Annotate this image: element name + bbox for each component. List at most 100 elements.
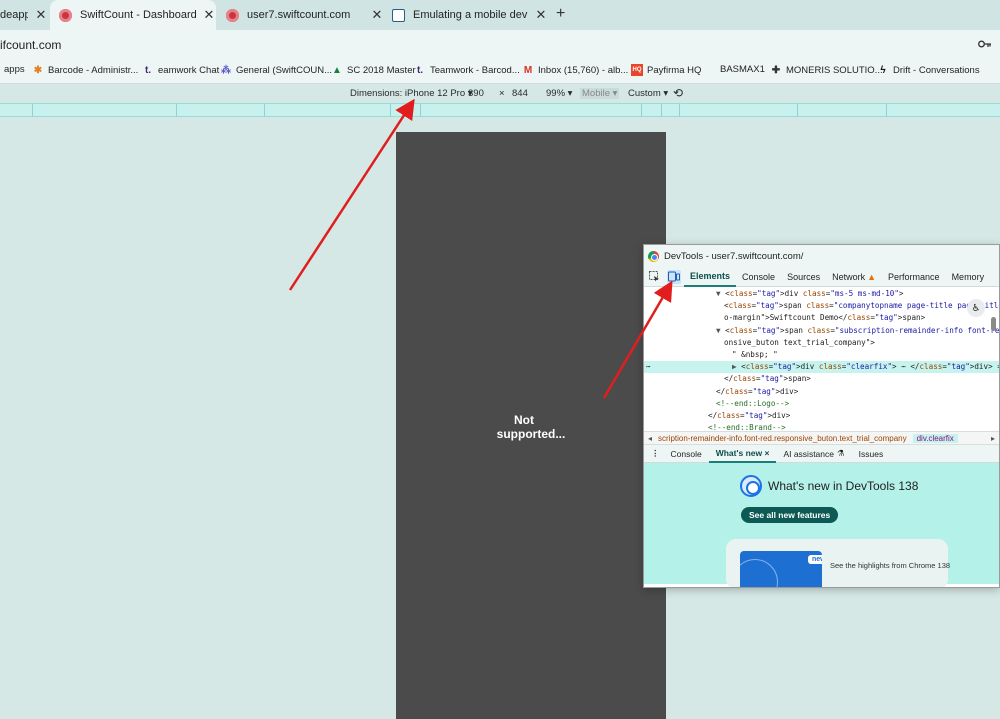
swiftcount-favicon-icon bbox=[59, 8, 72, 22]
dom-node-text: <!--end::Brand--> bbox=[708, 423, 786, 431]
drawer-tab-issues[interactable]: Issues bbox=[852, 445, 891, 463]
bookmark-general-swiftcount[interactable]: ⁂ General (SwiftCOUN... bbox=[220, 64, 332, 76]
bookmark-moneris[interactable]: ✚ MONERIS SOLUTIO... bbox=[770, 64, 883, 76]
dom-node-line[interactable]: <!--end::Logo--> bbox=[644, 398, 999, 410]
times-separator: × bbox=[499, 88, 505, 99]
dom-node-line[interactable]: ▼ <class="tag">span class="subscription-… bbox=[644, 325, 999, 337]
bookmarks-bar: apps ✱ Barcode - Administr... t. eamwork… bbox=[0, 60, 1000, 84]
dom-node-text: <!--end::Logo--> bbox=[716, 398, 790, 408]
tab-console[interactable]: Console bbox=[736, 267, 781, 287]
bookmark-apps[interactable]: apps bbox=[4, 64, 25, 75]
bookmark-drift[interactable]: ϟ Drift - Conversations bbox=[877, 64, 979, 76]
key-icon[interactable] bbox=[978, 39, 992, 49]
tab-performance[interactable]: Performance bbox=[882, 267, 946, 287]
dom-node-line[interactable]: onsive_buton text_trial_company"> bbox=[644, 337, 999, 349]
tab-title: SwiftCount - Dashboard bbox=[80, 9, 196, 21]
dom-node-line[interactable]: " &nbsp; " bbox=[644, 349, 999, 361]
dom-node-text: onsive_buton text_trial_company"> bbox=[724, 337, 875, 347]
bookmark-label: Barcode - Administr... bbox=[48, 64, 139, 76]
not-supported-message: Not supported... bbox=[396, 413, 666, 441]
accessibility-icon[interactable]: ♿ bbox=[967, 299, 985, 317]
throttle-dropdown[interactable]: Custom ▾ bbox=[628, 88, 668, 99]
highlight-thumbnail: new bbox=[740, 551, 822, 587]
bookmark-label: General (SwiftCOUN... bbox=[236, 64, 333, 76]
expand-toggle-icon[interactable]: ▼ bbox=[716, 289, 725, 298]
dom-node-line[interactable]: </class="tag">div> bbox=[644, 386, 999, 398]
tab-network-label: Network bbox=[832, 271, 866, 282]
google-drive-icon: ▲ bbox=[332, 64, 342, 76]
dom-node-line[interactable]: ▼ <class="tag">div class="ms-5 ms-md-10"… bbox=[644, 288, 999, 300]
gmail-icon: M bbox=[523, 64, 533, 76]
close-icon[interactable]: ✕ bbox=[202, 7, 216, 23]
barcode-icon: ✱ bbox=[33, 64, 43, 76]
dom-node-line[interactable]: </class="tag">div> bbox=[644, 410, 999, 422]
elements-tree[interactable]: <!--end::Brand--> </class="tag">div> <!--e… bbox=[644, 287, 999, 431]
tab-emulating-mobile[interactable]: Emulating a mobile device from ✕ bbox=[386, 0, 548, 30]
dom-node-text: <class="tag">div class="ms-5 ms-md-10"> bbox=[725, 289, 904, 298]
breadcrumb-item-selected[interactable]: div.clearfix bbox=[912, 433, 958, 443]
whats-new-panel: What's new in DevTools 138 See all new f… bbox=[644, 463, 999, 587]
dom-node-text: </class="tag">div> bbox=[708, 411, 791, 420]
highlight-card[interactable]: new See the highlights from Chrome 138 bbox=[726, 539, 950, 587]
new-tab-button[interactable]: + bbox=[556, 5, 565, 23]
media-query-ruler[interactable] bbox=[0, 103, 1000, 117]
close-icon[interactable]: ✕ bbox=[34, 7, 48, 23]
breadcrumb-item[interactable]: scription-remainder-info.font-red.respon… bbox=[652, 434, 907, 443]
inspect-element-icon[interactable] bbox=[647, 270, 661, 284]
tab-network[interactable]: Network ▲ bbox=[826, 267, 882, 287]
bookmark-teamwork-barcode[interactable]: t. Teamwork - Barcod... bbox=[414, 64, 520, 76]
flask-icon: ⚗ bbox=[837, 448, 845, 458]
dom-node-line[interactable]: <!--end::Brand--> bbox=[644, 422, 999, 431]
see-all-new-features-button[interactable]: See all new features bbox=[741, 507, 839, 523]
bookmark-teamwork-chat[interactable]: t. eamwork Chat bbox=[142, 64, 219, 76]
bookmark-label: SC 2018 Master bbox=[347, 64, 416, 76]
expand-toggle-icon[interactable]: ▼ bbox=[716, 326, 725, 335]
drawer-menu-icon[interactable]: ⋮ bbox=[644, 445, 664, 463]
tab-title: deapp bbox=[0, 9, 28, 21]
drawer-tab-whats-new[interactable]: What's new × bbox=[708, 445, 777, 463]
bookmark-barcode-admin[interactable]: ✱ Barcode - Administr... bbox=[32, 64, 139, 76]
height-input[interactable]: 844 bbox=[512, 88, 528, 99]
rotate-icon[interactable]: ⟲ bbox=[673, 86, 683, 100]
breadcrumb-scroll-left-icon[interactable]: ◂ bbox=[644, 434, 652, 443]
bookmark-basmax1[interactable]: BASMAX1 bbox=[720, 64, 765, 75]
close-icon[interactable]: ✕ bbox=[534, 7, 548, 23]
dom-node-line[interactable]: ▶ <class="tag">div class="clearfix"> ⋯ <… bbox=[644, 361, 999, 374]
tab-deapp[interactable]: deapp ✕ bbox=[0, 0, 48, 30]
bookmark-sc-2018-master[interactable]: ▲ SC 2018 Master bbox=[331, 64, 416, 76]
teamwork-icon: t. bbox=[416, 64, 424, 76]
devtools-panel-tabs: Elements Console Sources Network ▲ Perfor… bbox=[644, 267, 999, 287]
expand-toggle-icon[interactable]: ▶ bbox=[732, 362, 741, 371]
dimensions-dropdown[interactable]: Dimensions: iPhone 12 Pro ▾ bbox=[350, 88, 473, 99]
dom-node-line[interactable]: o-margin">Swiftcount Demo</class="tag">s… bbox=[644, 312, 999, 324]
breadcrumb-scroll-right-icon[interactable]: ▸ bbox=[991, 434, 999, 443]
tab-sources[interactable]: Sources bbox=[781, 267, 826, 287]
message-line-1: Not bbox=[514, 413, 534, 427]
emulated-viewport: Not supported... bbox=[396, 132, 666, 719]
width-input[interactable]: 390 bbox=[468, 88, 484, 99]
tab-elements[interactable]: Elements bbox=[684, 267, 737, 287]
drawer-tab-ai-assistance[interactable]: AI assistance ⚗ bbox=[776, 445, 851, 463]
drawer-tab-console[interactable]: Console bbox=[664, 445, 709, 463]
more-options-icon[interactable]: ⋯ bbox=[646, 361, 651, 373]
bookmark-inbox[interactable]: M Inbox (15,760) - alb... bbox=[522, 64, 628, 76]
device-toolbar-toggle-icon[interactable] bbox=[667, 269, 681, 284]
zoom-dropdown[interactable]: 99% ▾ bbox=[546, 88, 572, 99]
dom-node-text: <class="tag">div class="clearfix"> ⋯ </c… bbox=[741, 362, 999, 372]
scrollbar[interactable] bbox=[991, 317, 996, 331]
tab-swiftcount-dashboard[interactable]: SwiftCount - Dashboard ✕ bbox=[50, 0, 216, 30]
message-line-2: supported... bbox=[496, 427, 566, 441]
device-type-dropdown[interactable]: Mobile ▾ bbox=[580, 88, 620, 99]
dom-node-text: o-margin">Swiftcount Demo</class="tag">s… bbox=[724, 313, 926, 323]
bookmark-payfirma[interactable]: HQ Payfirma HQ bbox=[631, 64, 701, 76]
bookmark-label: Payfirma HQ bbox=[647, 64, 702, 76]
dom-node-line[interactable]: </class="tag">span> bbox=[644, 373, 999, 385]
close-icon[interactable]: ✕ bbox=[370, 7, 384, 23]
tab-memory[interactable]: Memory bbox=[946, 267, 991, 287]
teamwork-icon: t. bbox=[144, 64, 152, 76]
tab-user7-swiftcount[interactable]: user7.swiftcount.com ✕ bbox=[218, 0, 384, 30]
dom-node-text: <class="tag">span class="companytopname … bbox=[724, 301, 999, 311]
payfirma-icon: HQ bbox=[631, 64, 643, 76]
url-field[interactable]: ifcount.com bbox=[0, 38, 61, 52]
dom-node-line[interactable]: <class="tag">span class="companytopname … bbox=[644, 300, 999, 312]
